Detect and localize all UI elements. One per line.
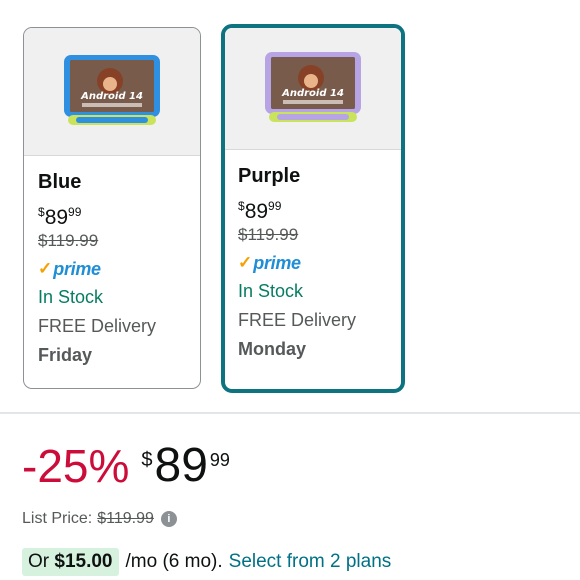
delivery-day: Friday (38, 345, 93, 365)
prime-check-icon: ✓ (238, 253, 253, 272)
list-price-label: List Price: (22, 510, 93, 527)
variant-color-name: Purple (238, 165, 301, 187)
tablet-screen-text: Android 14 (281, 88, 344, 99)
discount-percent: -25% (22, 440, 130, 492)
plan-term: /mo (6 mo). (125, 551, 223, 572)
variant-list-price: $119.99 (38, 231, 99, 250)
list-price-value: $119.99 (97, 510, 154, 527)
color-variant-selector: Android 14 Blue $8999 $119.99 ✓ prime In … (23, 24, 563, 394)
stock-status: In Stock (238, 281, 304, 301)
variant-price: $8999 (238, 199, 282, 223)
prime-badge: ✓ prime (38, 258, 101, 279)
stock-status: In Stock (38, 287, 104, 307)
variant-card-purple[interactable]: Android 14 Purple $8999 $119.99 ✓ prime I… (221, 24, 405, 393)
tablet-blue-image: Android 14 (64, 54, 160, 125)
info-icon[interactable]: i (160, 511, 177, 527)
variant-image-blue: Android 14 (24, 28, 200, 156)
tablet-screen-text: Android 14 (80, 91, 143, 102)
list-price-row: List Price: $119.99 i (22, 510, 177, 528)
plan-price-badge: Or $15.00 (22, 548, 119, 576)
section-divider (0, 412, 580, 414)
variant-list-price: $119.99 (238, 225, 299, 244)
installment-plan-row: Or $15.00 /mo (6 mo). Select from 2 plan… (22, 548, 391, 576)
variant-image-purple: Android 14 (225, 28, 401, 150)
current-price: $ 89 99 (141, 439, 230, 492)
select-plans-link[interactable]: Select from 2 plans (229, 551, 392, 573)
prime-check-icon: ✓ (38, 259, 53, 278)
delivery-day: Monday (238, 339, 307, 359)
delivery-label: FREE Delivery (238, 310, 357, 330)
delivery-label: FREE Delivery (38, 316, 157, 336)
variant-color-name: Blue (38, 171, 82, 193)
tablet-purple-image: Android 14 (265, 51, 361, 122)
variant-card-blue[interactable]: Android 14 Blue $8999 $119.99 ✓ prime In … (23, 27, 201, 389)
prime-badge: ✓ prime (238, 252, 301, 273)
buybox-price: -25% $ 89 99 (22, 438, 230, 498)
variant-price: $8999 (38, 205, 82, 229)
